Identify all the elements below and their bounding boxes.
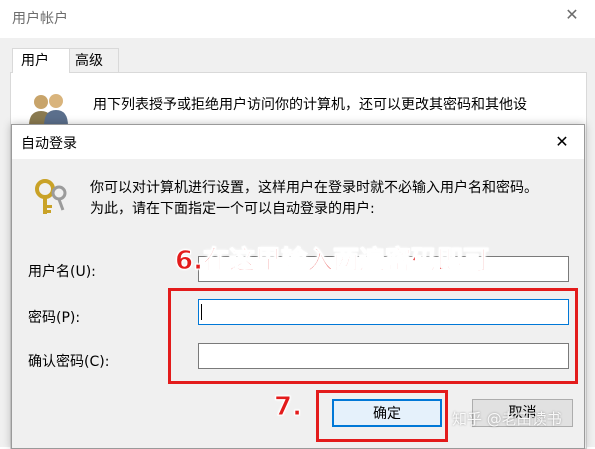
tab-users[interactable]: 用户: [12, 48, 70, 73]
annotation-step6: 6.在这里输入两遍密码即可: [175, 246, 490, 277]
dialog-titlebar: [12, 125, 584, 159]
close-icon[interactable]: ✕: [561, 4, 583, 26]
parent-description: 用下列表授予或拒绝用户访问你的计算机，还可以更改其密码和其他设: [93, 97, 527, 113]
annotation-box-ok-button: [316, 390, 448, 442]
key-icon: [32, 177, 72, 217]
annotation-step7: 7.: [274, 392, 303, 423]
password-label: 密码(P):: [28, 310, 81, 326]
annotation-box-password-fields: [168, 288, 578, 384]
confirm-password-label: 确认密码(C):: [28, 354, 110, 370]
close-icon[interactable]: ✕: [551, 131, 573, 153]
tab-advanced[interactable]: 高级: [66, 48, 119, 73]
username-label: 用户名(U):: [28, 264, 96, 280]
window-title: 用户帐户: [12, 11, 68, 27]
watermark: 知乎 @老田读书: [452, 410, 562, 428]
users-icon: [26, 92, 72, 126]
dialog-title: 自动登录: [21, 136, 77, 152]
dialog-description: 你可以对计算机进行设置，这样用户在登录时就不必输入用户名和密码。 为此，请在下面…: [90, 180, 538, 217]
